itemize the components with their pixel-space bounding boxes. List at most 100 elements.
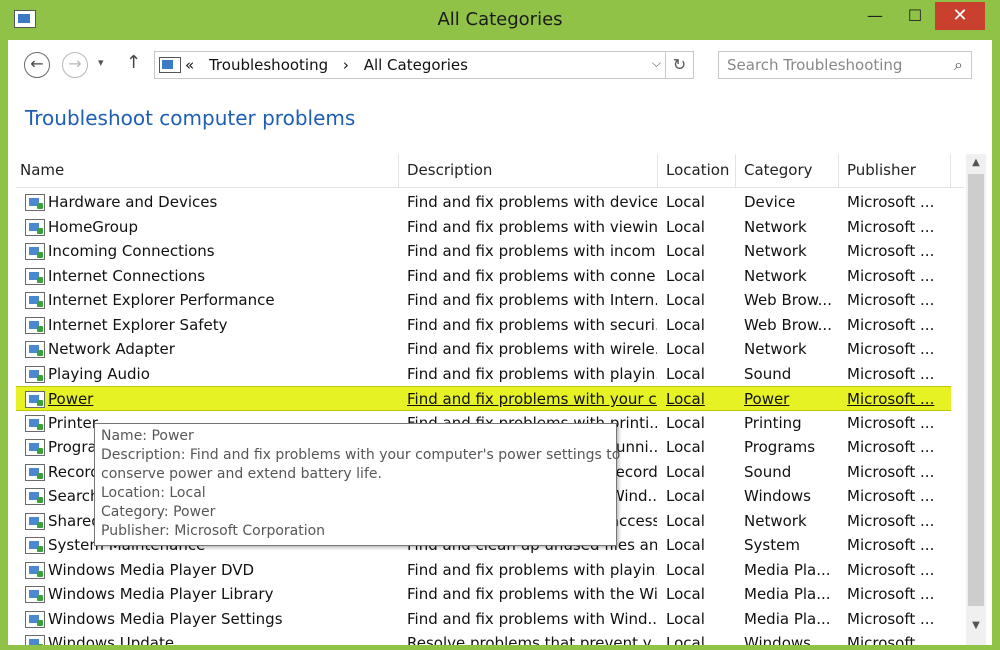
row-publisher[interactable]: Microsoft ... [847,290,947,312]
row-publisher[interactable]: Microsoft ... [847,192,947,214]
row-description[interactable]: Find and fix problems with device... [407,192,657,214]
row-category[interactable]: Printing [744,413,838,435]
row-location[interactable]: Local [666,535,736,557]
breadcrumb-all-categories[interactable]: All Categories [364,56,468,74]
row-name[interactable]: Windows Media Player Settings [48,609,393,631]
row-publisher[interactable]: Microsoft ... [847,511,947,533]
vertical-scrollbar[interactable]: ▲ ▼ [966,154,986,645]
scroll-down-icon[interactable]: ▼ [966,617,986,635]
row-location[interactable]: Local [666,389,736,411]
breadcrumb-overflow[interactable]: « [185,56,194,74]
table-row[interactable]: Internet Connections Find and fix problem… [16,264,951,289]
row-location[interactable]: Local [666,266,736,288]
table-row[interactable]: HomeGroup Find and fix problems with view… [16,215,951,240]
row-description[interactable]: Find and fix problems with incom... [407,241,657,263]
row-publisher[interactable]: Microsoft ... [847,266,947,288]
row-location[interactable]: Local [666,633,736,645]
row-category[interactable]: Network [744,266,838,288]
row-publisher[interactable]: Microsoft ... [847,364,947,386]
row-category[interactable]: Media Pla... [744,584,838,606]
row-description[interactable]: Find and fix problems with Wind... [407,609,657,631]
row-description[interactable]: Find and fix problems with playin... [407,560,657,582]
close-button[interactable]: ✕ [935,2,985,30]
row-location[interactable]: Local [666,315,736,337]
forward-button[interactable]: → [62,52,88,78]
row-location[interactable]: Local [666,486,736,508]
row-publisher[interactable]: Microsoft ... [847,633,947,645]
row-publisher[interactable]: Microsoft ... [847,389,947,411]
row-description[interactable]: Resolve problems that prevent y... [407,633,657,645]
table-row[interactable]: Windows Update Resolve problems that prev… [16,631,951,645]
row-category[interactable]: Media Pla... [744,560,838,582]
breadcrumb-separator-icon[interactable]: › [343,56,349,74]
row-category[interactable]: Web Brow... [744,290,838,312]
table-row[interactable]: Incoming Connections Find and fix problem… [16,239,951,264]
address-bar[interactable]: « Troubleshooting › All Categories ⌵ ↻ [154,51,694,79]
row-name[interactable]: Playing Audio [48,364,393,386]
refresh-button[interactable]: ↻ [665,52,693,78]
column-header-location[interactable]: Location [658,154,736,188]
search-input[interactable]: Search Troubleshooting [727,56,902,74]
minimize-button[interactable]: — [855,2,895,30]
table-row[interactable]: Playing Audio Find and fix problems with … [16,362,951,387]
address-dropdown-icon[interactable]: ⌵ [652,56,661,71]
row-category[interactable]: Windows [744,486,838,508]
row-publisher[interactable]: Microsoft ... [847,413,947,435]
table-row[interactable]: Hardware and Devices Find and fix problem… [16,190,951,215]
row-category[interactable]: System [744,535,838,557]
row-location[interactable]: Local [666,584,736,606]
row-publisher[interactable]: Microsoft ... [847,560,947,582]
row-description[interactable]: Find and fix problems with the Wi... [407,584,657,606]
row-description[interactable]: Find and fix problems with conne... [407,266,657,288]
row-publisher[interactable]: Microsoft ... [847,535,947,557]
row-location[interactable]: Local [666,609,736,631]
row-location[interactable]: Local [666,462,736,484]
table-row[interactable]: Internet Explorer Safety Find and fix pro… [16,313,951,338]
search-box[interactable]: Search Troubleshooting ⌕ [718,51,972,79]
table-row[interactable]: Network Adapter Find and fix problems wit… [16,337,951,362]
row-name[interactable]: Hardware and Devices [48,192,393,214]
row-description[interactable]: Find and fix problems with wirele... [407,339,657,361]
maximize-button[interactable]: ☐ [895,2,935,30]
row-location[interactable]: Local [666,413,736,435]
row-publisher[interactable]: Microsoft ... [847,584,947,606]
row-category[interactable]: Network [744,241,838,263]
row-category[interactable]: Programs [744,437,838,459]
breadcrumb-troubleshooting[interactable]: Troubleshooting [209,56,328,74]
row-name[interactable]: Internet Explorer Safety [48,315,393,337]
row-publisher[interactable]: Microsoft ... [847,241,947,263]
row-location[interactable]: Local [666,560,736,582]
row-location[interactable]: Local [666,339,736,361]
table-row[interactable]: Power Find and fix problems with your c..… [16,386,951,411]
row-category[interactable]: Network [744,511,838,533]
table-row[interactable]: Windows Media Player Library Find and fix… [16,582,951,607]
column-header-description[interactable]: Description [399,154,658,188]
row-category[interactable]: Media Pla... [744,609,838,631]
row-name[interactable]: Internet Explorer Performance [48,290,393,312]
scroll-up-icon[interactable]: ▲ [966,154,986,172]
row-name[interactable]: Windows Update [48,633,393,645]
recent-locations-chevron-icon[interactable]: ▾ [98,56,104,69]
row-location[interactable]: Local [666,192,736,214]
row-category[interactable]: Network [744,217,838,239]
row-category[interactable]: Device [744,192,838,214]
row-location[interactable]: Local [666,437,736,459]
row-publisher[interactable]: Microsoft ... [847,339,947,361]
row-name[interactable]: Windows Media Player Library [48,584,393,606]
column-header-publisher[interactable]: Publisher [839,154,951,188]
row-name[interactable]: Power [48,389,393,411]
row-description[interactable]: Find and fix problems with Intern... [407,290,657,312]
row-description[interactable]: Find and fix problems with viewin... [407,217,657,239]
up-button[interactable]: ↑ [126,52,141,73]
search-icon[interactable]: ⌕ [954,55,963,75]
row-description[interactable]: Find and fix problems with your c... [407,389,657,411]
row-publisher[interactable]: Microsoft ... [847,462,947,484]
row-name[interactable]: Windows Media Player DVD [48,560,393,582]
row-name[interactable]: Internet Connections [48,266,393,288]
row-publisher[interactable]: Microsoft ... [847,437,947,459]
row-name[interactable]: HomeGroup [48,217,393,239]
row-description[interactable]: Find and fix problems with securi... [407,315,657,337]
row-category[interactable]: Power [744,389,838,411]
row-location[interactable]: Local [666,511,736,533]
table-row[interactable]: Internet Explorer Performance Find and fi… [16,288,951,313]
